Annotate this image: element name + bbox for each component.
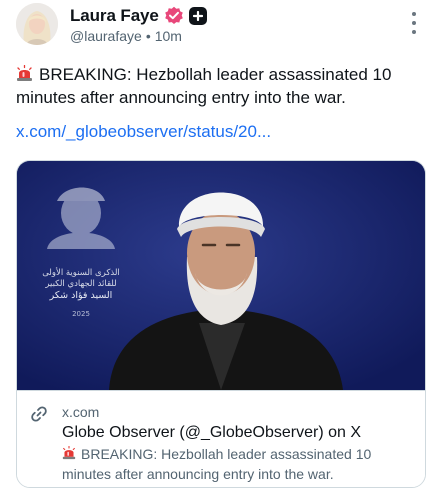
author-name-row: Laura Faye xyxy=(70,5,207,27)
card-image-photo: الذكرى السنوية الأولى للقائد الجهادي الك… xyxy=(17,161,425,390)
siren-icon xyxy=(62,445,76,460)
poster-line-1: الذكرى السنوية الأولى xyxy=(42,267,120,278)
post: Laura Faye @laurafaye • 10m BREAKING: He… xyxy=(0,0,443,500)
more-options-icon[interactable] xyxy=(408,12,420,34)
poster-line-4: 2025 xyxy=(72,310,90,318)
card-image[interactable]: الذكرى السنوية الأولى للقائد الجهادي الك… xyxy=(17,161,425,390)
verified-badge-icon xyxy=(164,6,184,26)
card-title[interactable]: Globe Observer (@_GlobeObserver) on X xyxy=(62,422,361,443)
post-link[interactable]: x.com/_globeobserver/status/20... xyxy=(16,122,271,142)
card-description: BREAKING: Hezbollah leader assassinated … xyxy=(62,444,412,484)
post-text: BREAKING: Hezbollah leader assassinated … xyxy=(16,65,392,107)
card-meta[interactable]: x.com Globe Observer (@_GlobeObserver) o… xyxy=(17,390,425,487)
avatar-photo xyxy=(16,3,58,45)
plus-badge-icon xyxy=(188,7,207,25)
author-meta-row: @laurafaye • 10m xyxy=(70,28,182,44)
post-timestamp[interactable]: 10m xyxy=(155,28,182,44)
poster-line-3: السيد فؤاد شكر xyxy=(49,290,113,301)
link-preview-card[interactable]: الذكرى السنوية الأولى للقائد الجهادي الك… xyxy=(16,160,426,488)
poster-line-2: للقائد الجهادي الكبير xyxy=(44,279,116,289)
avatar[interactable] xyxy=(16,3,58,45)
meta-separator: • xyxy=(145,28,151,44)
link-icon xyxy=(30,405,48,423)
siren-icon xyxy=(16,64,33,82)
card-description-text: BREAKING: Hezbollah leader assassinated … xyxy=(62,446,372,482)
author-display-name[interactable]: Laura Faye xyxy=(70,6,159,26)
author-handle[interactable]: @laurafaye xyxy=(70,28,142,44)
post-body: BREAKING: Hezbollah leader assassinated … xyxy=(16,63,426,109)
card-domain: x.com xyxy=(62,404,100,420)
